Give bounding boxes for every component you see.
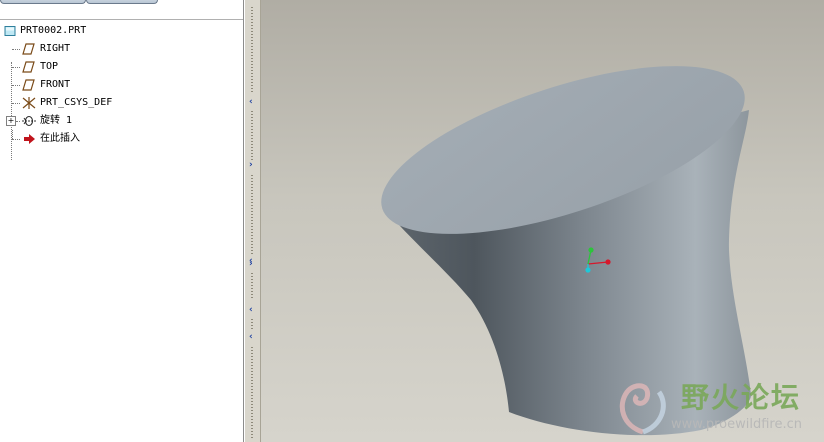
splitter-grip — [250, 6, 254, 94]
collapse-left-arrow-icon[interactable]: ‹ — [249, 332, 257, 342]
splitter-grip — [250, 318, 254, 330]
tree-item-label: PRT_CSYS_DEF — [40, 97, 113, 108]
tree-item-root[interactable]: PRT0002.PRT — [0, 22, 243, 40]
expand-right-arrow-icon[interactable]: › — [249, 259, 257, 269]
datum-plane-icon — [22, 61, 35, 73]
collapse-left-arrow-icon[interactable]: ‹ — [249, 305, 257, 315]
tree-item-front[interactable]: FRONT — [0, 76, 243, 94]
splitter-grip — [250, 346, 254, 438]
tree-item-right[interactable]: RIGHT — [0, 40, 243, 58]
tree-item-insert-here[interactable]: 在此插入 — [0, 130, 243, 148]
tree-item-label: FRONT — [40, 79, 71, 90]
csys-icon — [22, 97, 36, 109]
tree-item-label: TOP — [40, 61, 59, 72]
watermark-logo-icon — [619, 383, 666, 435]
graphics-viewport[interactable]: 野火论坛 www.proewildfire.cn — [261, 0, 824, 442]
model-tree-panel: PRT0002.PRT RIGHT TOP FRONT PRT_CSYS_DEF… — [0, 0, 244, 442]
splitter-grip — [250, 272, 254, 300]
collapse-left-arrow-icon[interactable]: ‹ — [249, 97, 257, 107]
splitter-grip — [250, 174, 254, 254]
panel-splitter[interactable]: ‹ › ‹ › ‹ ‹ — [244, 0, 261, 442]
expand-toggle[interactable]: + — [6, 116, 16, 126]
tree-item-revolve[interactable]: + 旋转 1 — [0, 112, 243, 130]
watermark-title: 野火论坛 — [681, 381, 802, 414]
insert-here-arrow-icon — [24, 134, 35, 144]
folder-browser-tab[interactable] — [86, 0, 158, 4]
tree-item-csys[interactable]: PRT_CSYS_DEF — [0, 94, 243, 112]
part-icon — [4, 26, 16, 36]
model-tree: PRT0002.PRT RIGHT TOP FRONT PRT_CSYS_DEF… — [0, 22, 243, 160]
revolve-icon — [22, 115, 36, 127]
model-tree-tab[interactable] — [0, 0, 86, 4]
splitter-grip — [250, 110, 254, 160]
panel-tab-strip — [0, 0, 243, 20]
tree-item-label: 在此插入 — [40, 133, 80, 144]
tree-item-top[interactable]: TOP — [0, 58, 243, 76]
tree-item-label: RIGHT — [40, 43, 71, 54]
expand-right-arrow-icon[interactable]: › — [249, 160, 257, 170]
datum-plane-icon — [22, 79, 35, 91]
tree-item-label: PRT0002.PRT — [20, 25, 87, 36]
forum-watermark: 野火论坛 www.proewildfire.cn — [613, 374, 824, 442]
tree-item-label: 旋转 1 — [40, 115, 73, 126]
datum-plane-icon — [22, 43, 35, 55]
watermark-url: www.proewildfire.cn — [671, 417, 802, 432]
